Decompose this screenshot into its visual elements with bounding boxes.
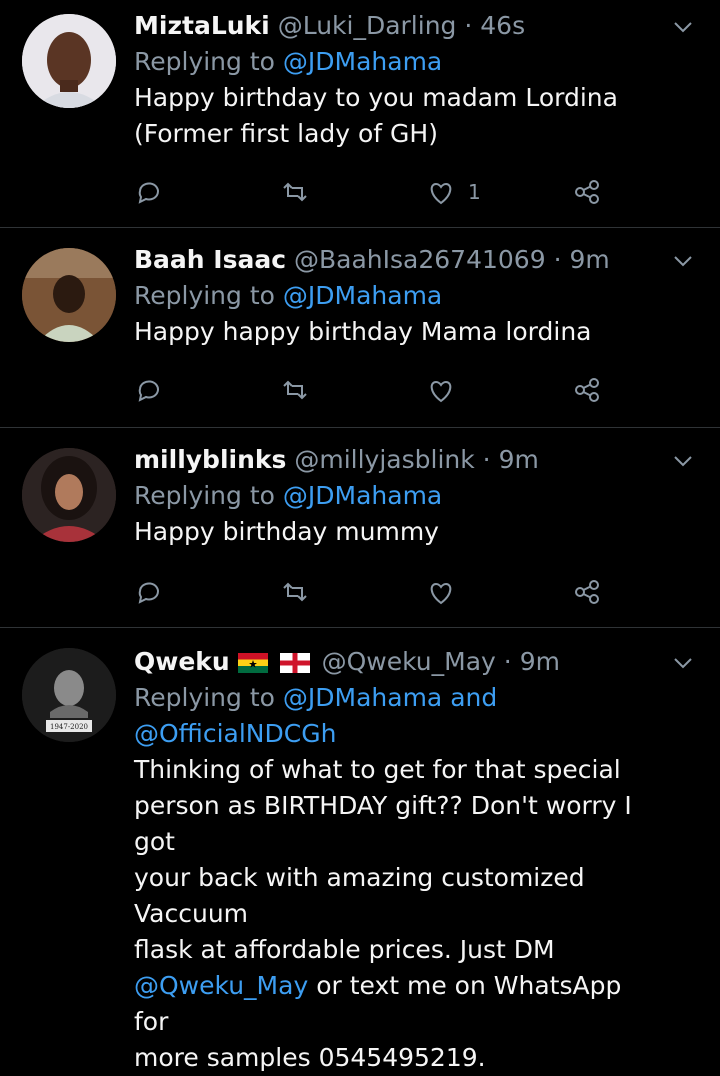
like-button[interactable]: 1 (426, 172, 481, 212)
tweet-text-line: Happy birthday mummy (134, 517, 439, 546)
tweet-header: MiztaLuki @Luki_Darling · 46s (134, 8, 660, 44)
mention-link[interactable]: @JDMahama (283, 281, 442, 310)
share-icon (575, 180, 599, 204)
handle[interactable]: @Luki_Darling (278, 11, 457, 40)
tweet-qweku[interactable]: 1947-2020 Qweku @Qweku_May · 9m Replying… (0, 628, 720, 1072)
retweet-button[interactable] (280, 370, 310, 410)
replying-to-line-2: @OfficialNDCGh (134, 716, 660, 752)
timestamp[interactable]: · 9m (554, 245, 610, 274)
like-button[interactable] (426, 370, 456, 410)
avatar-image: 1947-2020 (22, 648, 116, 742)
ghana-flag-icon (237, 653, 268, 673)
tweet-actions (134, 370, 614, 410)
reply-icon (138, 182, 159, 204)
like-button[interactable] (426, 572, 456, 612)
replying-to: Replying to @JDMahama (134, 478, 660, 514)
replying-prefix: Replying to (134, 481, 275, 510)
tweet-text: Happy birthday to you madam Lordina (For… (134, 80, 660, 152)
avatar[interactable] (22, 448, 116, 542)
chevron-down-icon[interactable] (672, 250, 694, 272)
tweet-text: Happy happy birthday Mama lordina (134, 314, 660, 350)
reply-button[interactable] (134, 370, 164, 410)
retweet-icon (283, 582, 307, 602)
like-icon (430, 582, 452, 605)
tweet-actions: 1 (134, 172, 614, 212)
avatar-image (22, 14, 116, 108)
reply-button[interactable] (134, 572, 164, 612)
replying-to: Replying to @JDMahama (134, 278, 660, 314)
tweet-text-line: (Former first lady of GH) (134, 119, 438, 148)
tweet-actions (134, 572, 614, 612)
tweet-text: Thinking of what to get for that special… (134, 752, 660, 1076)
england-flag-icon (279, 653, 310, 673)
retweet-icon (283, 380, 307, 400)
replying-prefix: Replying to (134, 281, 275, 310)
like-icon (430, 182, 452, 205)
handle[interactable]: @millyjasblink (294, 445, 474, 474)
timestamp[interactable]: · 9m (504, 647, 560, 676)
replying-to: Replying to @JDMahama and (134, 680, 660, 716)
chevron-down-icon[interactable] (672, 450, 694, 472)
avatar-image (22, 448, 116, 542)
tweet-header: millyblinks @millyjasblink · 9m (134, 442, 660, 478)
display-name[interactable]: Baah Isaac (134, 245, 286, 274)
share-button[interactable] (572, 172, 602, 212)
share-icon (575, 580, 599, 604)
tweet-text-line: flask at affordable prices. Just DM (134, 935, 555, 964)
avatar[interactable]: 1947-2020 (22, 648, 116, 742)
reply-icon (138, 582, 159, 604)
tweet-text-line: more samples 0545495219. (134, 1043, 486, 1072)
retweet-icon (283, 182, 307, 202)
mention-link[interactable]: @JDMahama (283, 481, 442, 510)
replying-prefix: Replying to (134, 47, 275, 76)
reply-button[interactable] (134, 172, 164, 212)
handle[interactable]: @BaahIsa26741069 (294, 245, 546, 274)
tweet-text-line: your back with amazing customized Vaccuu… (134, 863, 585, 928)
tweet-text-line: Happy birthday to you madam Lordina (134, 83, 618, 112)
display-name[interactable]: millyblinks (134, 445, 286, 474)
mention-link[interactable]: @JDMahama (283, 47, 442, 76)
tweet-text: Happy birthday mummy (134, 514, 660, 550)
share-button[interactable] (572, 370, 602, 410)
avatar[interactable] (22, 14, 116, 108)
display-name[interactable]: MiztaLuki (134, 11, 270, 40)
retweet-button[interactable] (280, 572, 310, 612)
mention-link[interactable]: @Qweku_May (134, 971, 308, 1000)
handle[interactable]: @Qweku_May (322, 647, 496, 676)
replying-prefix: Replying to (134, 683, 275, 712)
tweet-miztaluki[interactable]: MiztaLuki @Luki_Darling · 46s Replying t… (0, 0, 720, 228)
mention-link[interactable]: @OfficialNDCGh (134, 719, 336, 748)
timestamp[interactable]: · 46s (464, 11, 525, 40)
reply-icon (138, 380, 159, 402)
share-button[interactable] (572, 572, 602, 612)
share-icon (575, 378, 599, 402)
mention-link[interactable]: @JDMahama and (283, 683, 497, 712)
tweet-baah-isaac[interactable]: Baah Isaac @BaahIsa26741069 · 9m Replyin… (0, 228, 720, 428)
tweet-text-line: Happy happy birthday Mama lordina (134, 317, 592, 346)
tweet-text-line: person as BIRTHDAY gift?? Don't worry I … (134, 791, 632, 856)
like-icon (430, 380, 452, 403)
tweet-text-line: @Qweku_May or text me on WhatsApp for (134, 968, 660, 1040)
tweet-header: Qweku @Qweku_May · 9m (134, 644, 660, 680)
display-name[interactable]: Qweku (134, 647, 230, 676)
timestamp[interactable]: · 9m (483, 445, 539, 474)
avatar-image (22, 248, 116, 342)
retweet-button[interactable] (280, 172, 310, 212)
chevron-down-icon[interactable] (672, 16, 694, 38)
tweet-header: Baah Isaac @BaahIsa26741069 · 9m (134, 242, 660, 278)
chevron-down-icon[interactable] (672, 652, 694, 674)
tweet-text-line: Thinking of what to get for that special (134, 755, 621, 784)
like-count: 1 (468, 180, 481, 204)
replying-to: Replying to @JDMahama (134, 44, 660, 80)
avatar[interactable] (22, 248, 116, 342)
tweet-millyblinks[interactable]: millyblinks @millyjasblink · 9m Replying… (0, 428, 720, 628)
avatar-caption: 1947-2020 (50, 723, 88, 731)
